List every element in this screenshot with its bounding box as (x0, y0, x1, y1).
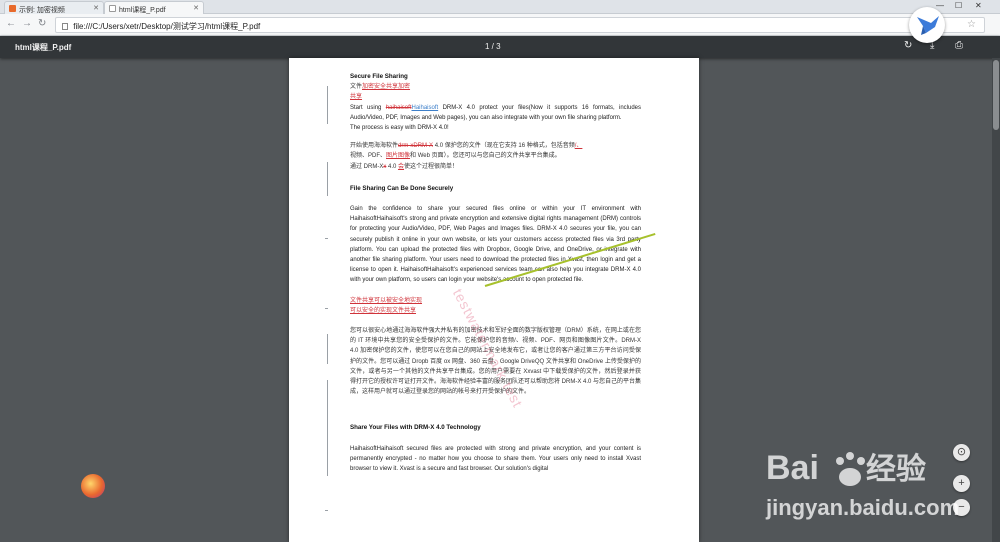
change-bar (327, 380, 328, 476)
tracked-change: /、 (574, 143, 583, 150)
section-heading: Secure File Sharing (350, 73, 408, 80)
pdf-page: Secure File Sharing 文件加密安全共享加密 共享 Start … (289, 58, 699, 542)
tab-pdf[interactable]: html课程_P.pdf ✕ (104, 1, 204, 14)
inserted-text: Haihaisoft (411, 104, 439, 111)
paragraph-text: Start using (350, 104, 382, 111)
tracked-change: drm-xDRM-X (398, 143, 434, 150)
cn-text: 4.0 保护您的文件（现在它支持 16 种格式，包括音频 (434, 143, 575, 150)
maximize-icon[interactable]: ☐ (955, 1, 962, 10)
floating-app-icon[interactable] (81, 474, 105, 498)
tab-encrypted-video[interactable]: 示例: 加密视频 ✕ (4, 1, 104, 14)
site-favicon-icon (9, 5, 16, 12)
tracked-change: 文件共享可以被安全地实现 (350, 297, 423, 304)
cn-text: 4.0 (386, 163, 399, 170)
back-icon[interactable]: ← (6, 18, 16, 29)
cn-text: 和 Web 页面）。您还可以与您自己的文件共享平台集成。 (410, 153, 561, 160)
tab-title: html课程_P.pdf (119, 7, 166, 14)
tracked-change: 图片图像 (386, 153, 411, 160)
change-bar (327, 334, 328, 364)
print-icon[interactable]: ⎙ (955, 40, 963, 51)
cn-text: 开始使用海海软件 (350, 143, 399, 150)
scrollbar-thumb[interactable] (993, 60, 999, 130)
pdf-viewer-toolbar: html课程_P.pdf 1 / 3 ↻ ⤓ ⎙ (0, 36, 1000, 58)
svg-text:Bai: Bai (766, 449, 819, 487)
close-tab-icon[interactable]: ✕ (193, 4, 199, 12)
file-icon (109, 5, 116, 12)
page-indicator[interactable]: 1 / 3 (485, 42, 501, 51)
tracked-change: 可以安全的实现文件共享 (350, 307, 417, 314)
browser-tab-strip: 示例: 加密视频 ✕ html课程_P.pdf ✕ — ☐ ✕ (0, 0, 1000, 14)
paragraph: Start using haihaisoftHaihaisoft DRM-X 4… (350, 103, 641, 123)
cn-text: 使这个过程很简单！ (404, 163, 459, 170)
paragraph-text: Gain the confidence to share your secure… (350, 206, 641, 284)
tracked-change: 共享 (350, 94, 363, 101)
browser-toolbar: ← → ↻ file:///C:/Users/xetr/Desktop/测试学习… (0, 14, 1000, 36)
change-mark (325, 308, 328, 309)
page-info-icon[interactable] (62, 23, 68, 30)
change-mark (325, 238, 328, 239)
extension-bird-icon[interactable] (909, 7, 945, 43)
bookmark-star-icon[interactable]: ☆ (967, 19, 976, 30)
change-mark (325, 510, 328, 511)
url-text: file:///C:/Users/xetr/Desktop/测试学习/html课… (73, 22, 261, 31)
section-heading: File Sharing Can Be Done Securely (350, 184, 454, 192)
cn-title: 文件加密安全共享加密 (350, 82, 641, 92)
tab-title: 示例: 加密视频 (19, 7, 65, 14)
close-window-icon[interactable]: ✕ (975, 1, 982, 10)
cn-paragraph: 开始使用海海软件drm-xDRM-X 4.0 保护您的文件（现在它支持 16 种… (350, 141, 641, 172)
pdf-content: Secure File Sharing 文件加密安全共享加密 共享 Start … (350, 72, 641, 474)
paragraph-text: HaihaisoftHaihaisoft secured files are p… (350, 445, 641, 473)
change-bar (327, 86, 328, 124)
cn-title-text: 文件 (350, 84, 363, 91)
svg-text:经验: 经验 (866, 452, 926, 487)
baidu-url: jingyan.baidu.com (765, 495, 959, 520)
paragraph-text: The process is easy with DRM-X 4.0! (350, 125, 449, 132)
pdf-file-name: html课程_P.pdf (15, 43, 72, 52)
reload-icon[interactable]: ↻ (38, 18, 46, 29)
cn-text: 通过 DRM-X (350, 163, 384, 170)
tracked-change: 加密安全共享加密 (362, 84, 411, 91)
section-heading: Share Your Files with DRM-X 4.0 Technolo… (350, 424, 481, 432)
deleted-text: haihaisoft (385, 104, 412, 111)
close-tab-icon[interactable]: ✕ (93, 4, 99, 12)
change-bar (327, 162, 328, 196)
address-bar[interactable]: file:///C:/Users/xetr/Desktop/测试学习/html课… (55, 17, 985, 33)
cn-text: 视频、PDF、 (350, 153, 387, 160)
forward-icon[interactable]: → (22, 18, 32, 29)
baidu-jingyan-watermark: Bai 经验 jingyan.baidu.com (762, 447, 994, 527)
